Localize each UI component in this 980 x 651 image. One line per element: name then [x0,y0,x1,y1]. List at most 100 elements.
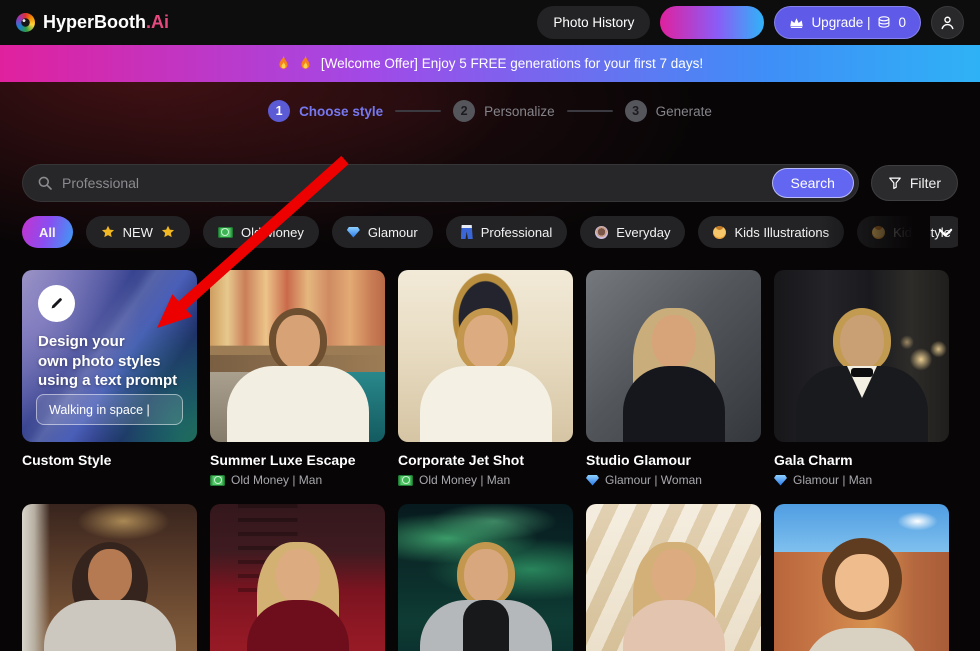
chip-label: Everyday [616,224,671,240]
money-icon [210,474,225,486]
portrait-cartoon-boy [774,504,949,651]
chip-kids-illustrations[interactable]: Kids Illustrations [698,216,845,248]
search-input[interactable] [62,175,763,191]
portrait-woman [586,504,761,651]
photo-history-button[interactable]: Photo History [537,6,651,39]
chip-everyday[interactable]: Everyday [580,216,686,248]
custom-prompt-input[interactable]: Walking in space | [36,394,183,425]
chip-old-money[interactable]: Old Money [202,216,319,248]
filter-funnel-icon [889,177,901,190]
card-title: Gala Charm [774,452,853,468]
style-card-studio-glamour[interactable]: Studio Glamour Glamour | Woman [586,270,761,487]
search-icon [38,176,52,190]
main-content: 1 Choose style 2 Personalize 3 Generate … [0,82,980,651]
style-photo[interactable] [210,270,385,442]
portrait-man [398,504,573,651]
fire-icon [301,55,310,70]
portrait-man [210,270,385,442]
filter-button[interactable]: Filter [870,165,958,201]
custom-style-heading: Design your own photo styles using a tex… [38,333,178,389]
style-card-corporate-jet-shot[interactable]: Corporate Jet Shot Old Money | Man [398,270,573,487]
logo-suffix: .Ai [146,12,170,32]
card-title: Custom Style [22,452,112,468]
style-card-summer-luxe-escape[interactable]: Summer Luxe Escape Old Money | Man [210,270,385,487]
chip-label: Professional [480,224,553,240]
crown-icon [790,18,804,28]
coffee-cup-icon [595,225,609,239]
card-category: Old Money | Man [398,473,573,487]
app-logo[interactable]: HyperBooth.Ai [16,12,169,33]
chip-label: Kids Illustrations [734,224,830,240]
fire-icon [279,55,288,70]
style-card-aurora[interactable] [398,504,573,651]
custom-style-photo[interactable]: Design your own photo styles using a tex… [22,270,197,442]
pencil-icon [51,298,62,309]
card-category: Old Money | Man [210,473,385,487]
style-photo[interactable] [586,270,761,442]
style-card-business-woman[interactable] [22,504,197,651]
top-bar: HyperBooth.Ai Photo History Upgrade | 0 [0,0,980,45]
welcome-offer-banner: [Welcome Offer] Enjoy 5 FREE generations… [0,45,980,82]
chip-professional[interactable]: Professional [445,216,568,248]
diamond-icon [774,474,787,486]
category-label: Old Money | Man [419,473,511,487]
search-box[interactable]: Search [22,164,859,202]
category-chips: All NEW Old Money Glamour Professional E… [22,216,958,248]
chips-expand-button[interactable] [932,221,958,245]
chip-new[interactable]: NEW [85,216,190,248]
portrait-man [774,270,949,442]
child-face-icon [872,225,886,239]
diamond-icon [346,226,360,238]
style-card-gala-woman[interactable] [586,504,761,651]
card-category: Glamour | Man [774,473,949,487]
step-personalize[interactable]: 2 Personalize [453,100,555,122]
coins-icon [879,16,890,28]
logo-name: HyperBooth [43,12,146,32]
custom-prompt-value: Walking in space | [49,402,150,417]
portrait-woman [586,270,761,442]
step-number: 2 [453,100,476,122]
portrait-man [398,270,573,442]
account-button[interactable] [931,6,964,39]
step-label: Personalize [484,103,555,119]
style-photo[interactable] [22,504,197,651]
chip-glamour[interactable]: Glamour [331,216,433,248]
style-photo[interactable] [398,504,573,651]
style-photo[interactable] [774,270,949,442]
person-icon [941,16,954,30]
upgrade-button[interactable]: Upgrade | 0 [774,6,921,39]
style-photo[interactable] [398,270,573,442]
logo-aperture-icon [16,13,35,32]
card-title: Studio Glamour [586,452,691,468]
money-icon [217,226,233,238]
style-card-gala-charm[interactable]: Gala Charm Glamour | Man [774,270,949,487]
suit-icon [460,225,473,239]
gradient-pill-button[interactable] [660,6,765,39]
step-label: Generate [655,103,712,119]
category-label: Glamour | Man [793,473,873,487]
money-icon [398,474,413,486]
search-row: Search Filter [22,164,958,202]
step-connector [566,110,613,112]
style-photo[interactable] [774,504,949,651]
style-photo[interactable] [586,504,761,651]
chip-all[interactable]: All [22,216,73,248]
custom-style-card[interactable]: Design your own photo styles using a tex… [22,270,197,487]
step-label: Choose style [299,103,384,119]
styles-grid: Design your own photo styles using a tex… [0,270,980,651]
filter-label: Filter [909,175,941,191]
chevron-down-icon [938,229,952,237]
style-photo[interactable] [210,504,385,651]
search-button[interactable]: Search [771,168,854,198]
pencil-badge [38,285,75,322]
upgrade-label: Upgrade | [811,15,871,30]
chip-label: NEW [122,224,153,240]
star-icon [101,225,114,238]
logo-text: HyperBooth.Ai [43,12,169,33]
style-card-cartoon-boy[interactable] [774,504,949,651]
chip-label: Old Money [240,224,304,240]
step-choose-style[interactable]: 1 Choose style [268,100,383,122]
portrait-woman [22,504,197,651]
style-card-red-carpet[interactable] [210,504,385,651]
step-generate[interactable]: 3 Generate [624,100,712,122]
